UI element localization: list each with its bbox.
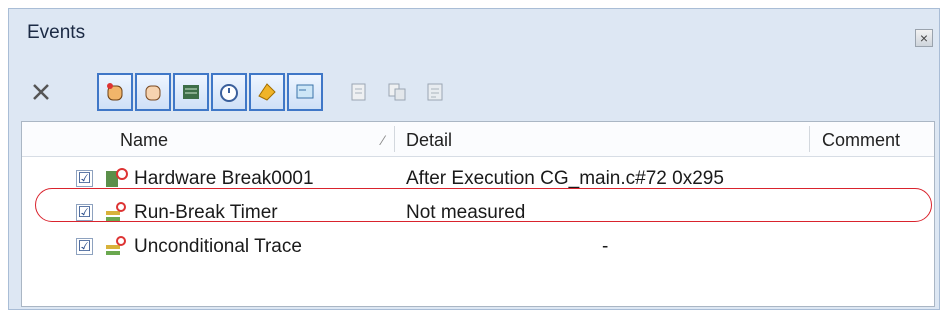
panel-title: Events	[27, 22, 86, 43]
filter-other-button[interactable]	[287, 73, 323, 111]
filter-action-button[interactable]	[249, 73, 285, 111]
column-header-name[interactable]: Name	[120, 130, 168, 151]
column-divider[interactable]	[809, 126, 810, 152]
edit-event-button[interactable]	[341, 73, 377, 111]
toolbar	[23, 73, 923, 117]
event-name: Hardware Break0001	[134, 168, 314, 189]
copy-event-button[interactable]	[379, 73, 415, 111]
close-icon: ×	[919, 30, 929, 46]
properties-icon	[427, 83, 443, 101]
events-panel: Events × Name ⁄ Detail Comment ☑ Hardwar…	[8, 8, 940, 310]
sort-indicator: ⁄	[382, 132, 385, 148]
timer-icon	[220, 84, 238, 102]
delete-button[interactable]	[23, 73, 59, 111]
hand-icon	[145, 85, 161, 101]
trace-icon	[183, 85, 199, 99]
row-checkbox[interactable]: ☑	[76, 238, 93, 255]
trace-event-icon	[106, 236, 126, 255]
table-row[interactable]: ☑ Unconditional Trace -	[22, 232, 934, 264]
filter-software-break-button[interactable]	[135, 73, 171, 111]
highlight-annotation	[35, 188, 932, 222]
window-icon	[296, 84, 314, 99]
filter-hardware-break-button[interactable]	[97, 73, 133, 111]
close-button[interactable]: ×	[915, 29, 933, 47]
event-detail: After Execution CG_main.c#72 0x295	[406, 168, 724, 189]
copy-icon	[388, 83, 406, 101]
column-header-detail[interactable]: Detail	[406, 130, 452, 151]
edit-icon	[351, 83, 366, 101]
hand-stop-icon	[107, 83, 123, 101]
filter-timer-button[interactable]	[211, 73, 247, 111]
list-header: Name ⁄ Detail Comment	[22, 122, 934, 157]
properties-event-button[interactable]	[417, 73, 453, 111]
action-icon	[258, 83, 276, 101]
filter-trace-button[interactable]	[173, 73, 209, 111]
event-name: Unconditional Trace	[134, 236, 302, 257]
delete-icon	[33, 84, 49, 100]
column-header-comment[interactable]: Comment	[822, 130, 900, 151]
row-checkbox[interactable]: ☑	[76, 170, 93, 187]
column-divider[interactable]	[394, 126, 395, 152]
event-detail: -	[602, 236, 609, 257]
